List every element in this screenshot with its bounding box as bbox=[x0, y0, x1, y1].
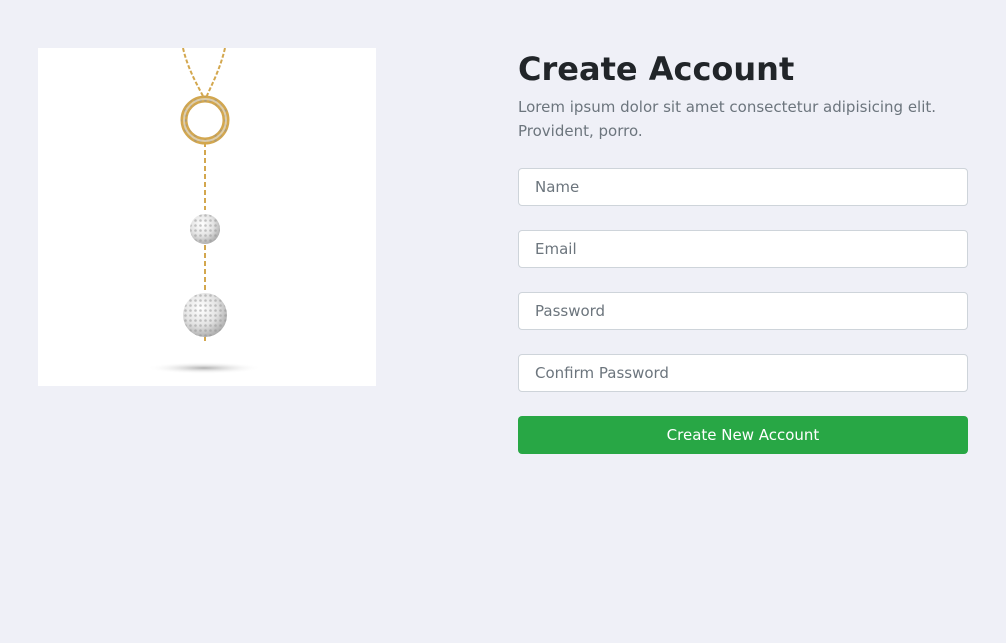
page-subtitle: Lorem ipsum dolor sit amet consectetur a… bbox=[518, 98, 937, 140]
password-field[interactable] bbox=[518, 292, 968, 330]
necklace-pendant-image bbox=[146, 48, 262, 374]
page-title: Create Account bbox=[518, 50, 795, 88]
name-field[interactable] bbox=[518, 168, 968, 206]
confirm-password-field[interactable] bbox=[518, 354, 968, 392]
email-field[interactable] bbox=[518, 230, 968, 268]
product-image bbox=[38, 48, 376, 386]
pendant-shadow bbox=[146, 362, 262, 374]
necklace-chain-left bbox=[182, 48, 206, 101]
create-account-form: Create Account Lorem ipsum dolor sit ame… bbox=[518, 48, 968, 454]
necklace-chain-right bbox=[204, 48, 226, 101]
create-account-button[interactable]: Create New Account bbox=[518, 416, 968, 454]
